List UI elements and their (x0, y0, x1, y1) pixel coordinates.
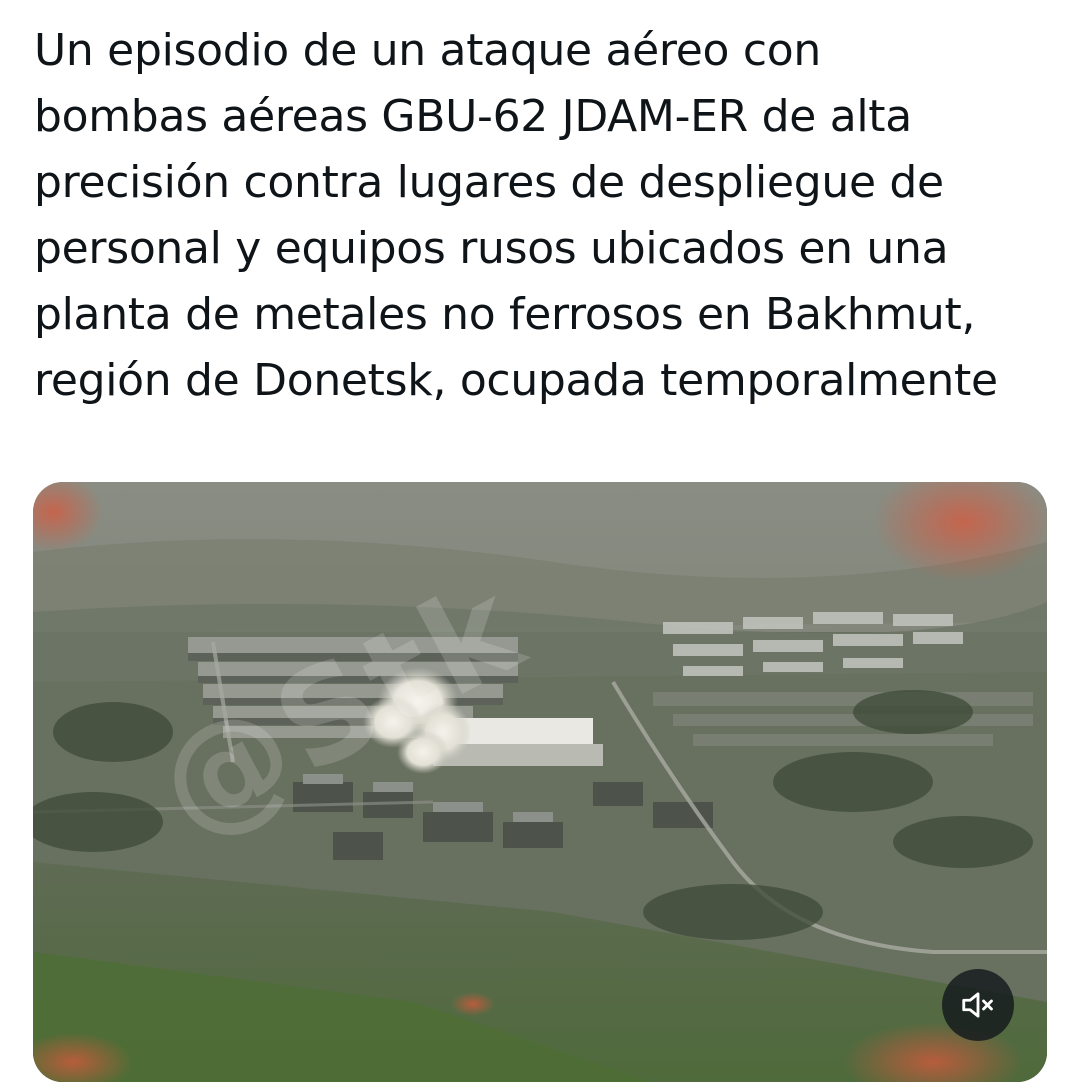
post-text-line: precisión contra lugares de despliegue d… (34, 157, 944, 208)
post-text: Un episodio de un ataque aéreo con bomba… (34, 18, 1054, 414)
post-text-line: región de Donetsk, ocupada temporalmente (34, 355, 998, 406)
post-text-line: Un episodio de un ataque aéreo con (34, 25, 821, 76)
video-player[interactable]: @Stk (33, 482, 1047, 1082)
post-text-line: bombas aéreas GBU-62 JDAM-ER de alta (34, 91, 912, 142)
tweet-post: Un episodio de un ataque aéreo con bomba… (0, 0, 1080, 1082)
speaker-muted-icon (962, 992, 993, 1018)
post-text-line: planta de metales no ferrosos en Bakhmut… (34, 289, 976, 340)
post-text-line: personal y equipos rusos ubicados en una (34, 223, 949, 274)
mute-toggle-button[interactable] (942, 969, 1014, 1041)
